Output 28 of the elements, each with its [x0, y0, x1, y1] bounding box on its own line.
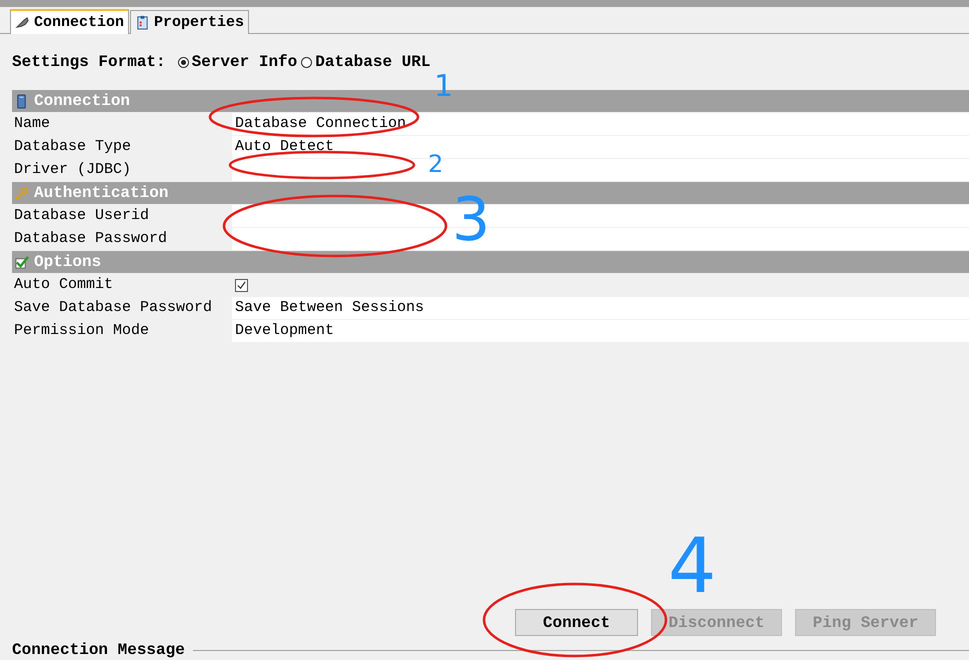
clipboard-icon [135, 15, 150, 30]
radio-icon[interactable] [301, 56, 312, 68]
tab[interactable]: Connection [10, 9, 130, 34]
checkbox[interactable] [235, 278, 248, 292]
annotation-number: 3 [452, 190, 490, 250]
group-title: Connection Message [12, 641, 185, 659]
property-field[interactable]: Development [232, 320, 969, 342]
section-title: Options [34, 253, 102, 271]
property-field[interactable]: Database Connection [232, 113, 969, 135]
property-label: Database Type [13, 137, 132, 157]
key-icon [14, 186, 29, 200]
section-title: Authentication [34, 184, 168, 202]
property-label: Save Database Password [13, 298, 214, 318]
property-label: Permission Mode [13, 321, 150, 341]
tab[interactable]: Properties [130, 10, 250, 34]
property-field[interactable]: Save Between Sessions [232, 297, 969, 319]
property-label: Database Userid [13, 206, 150, 226]
radio-icon[interactable] [178, 56, 189, 68]
settings-format-label: Settings Format: [12, 53, 166, 71]
property-label: Database Password [13, 229, 168, 249]
section-title: Connection [34, 92, 130, 110]
action-button[interactable]: Connect [515, 609, 638, 636]
property-label: Name [13, 114, 52, 134]
check-icon [14, 254, 29, 270]
property-label: Driver (JDBC) [13, 160, 132, 180]
annotation-number: 1 [434, 72, 454, 102]
property-label: Auto Commit [13, 275, 114, 295]
annotation-number: 4 [668, 528, 716, 604]
